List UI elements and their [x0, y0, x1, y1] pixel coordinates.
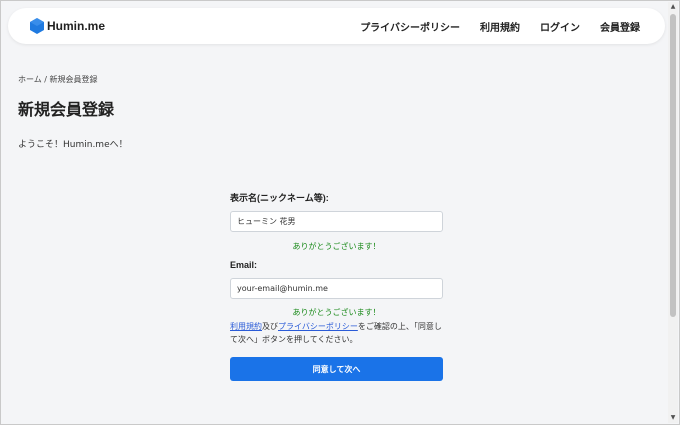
breadcrumb: ホーム / 新規会員登録 — [18, 75, 98, 84]
display-name-success-message: ありがとうございます！ — [292, 242, 381, 251]
top-navbar: Humin.me プライバシーポリシー 利用規約 ログイン 会員登録 — [8, 8, 665, 44]
nav-links: プライバシーポリシー 利用規約 ログイン 会員登録 — [360, 8, 640, 44]
email-input[interactable] — [230, 278, 443, 299]
vertical-scrollbar[interactable]: ▲ ▼ — [668, 2, 678, 423]
brand-logo[interactable]: Humin.me — [30, 18, 105, 34]
agree-next-button[interactable]: 同意して次へ — [230, 357, 443, 381]
nav-register[interactable]: 会員登録 — [600, 19, 640, 34]
email-label: Email: — [230, 260, 258, 270]
page-title: 新規会員登録 — [18, 100, 115, 119]
nav-privacy-policy[interactable]: プライバシーポリシー — [360, 19, 460, 34]
display-name-label: 表示名(ニックネーム等): — [230, 193, 329, 203]
privacy-policy-link[interactable]: プライバシーポリシー — [278, 322, 358, 331]
arrow-down-icon[interactable]: ▼ — [668, 413, 678, 423]
arrow-up-icon[interactable]: ▲ — [668, 2, 678, 12]
terms-and-text: 及び — [262, 322, 278, 331]
nav-login[interactable]: ログイン — [540, 19, 580, 34]
brand-name: Humin.me — [47, 19, 106, 33]
hexagon-logo-icon — [30, 18, 44, 34]
terms-link[interactable]: 利用規約 — [230, 322, 262, 331]
scrollbar-thumb[interactable] — [670, 14, 676, 317]
email-success-message: ありがとうございます！ — [292, 308, 381, 317]
terms-notice: 利用規約及びプライバシーポリシーをご確認の上、「同意して次へ」ボタンを押してくだ… — [230, 320, 443, 346]
welcome-message: ようこそ！Humin.meへ！ — [18, 140, 128, 150]
registration-form: 表示名(ニックネーム等): ありがとうございます！ Email: ありがとうござ… — [230, 191, 443, 381]
display-name-input[interactable] — [230, 211, 443, 232]
nav-terms[interactable]: 利用規約 — [480, 19, 520, 34]
